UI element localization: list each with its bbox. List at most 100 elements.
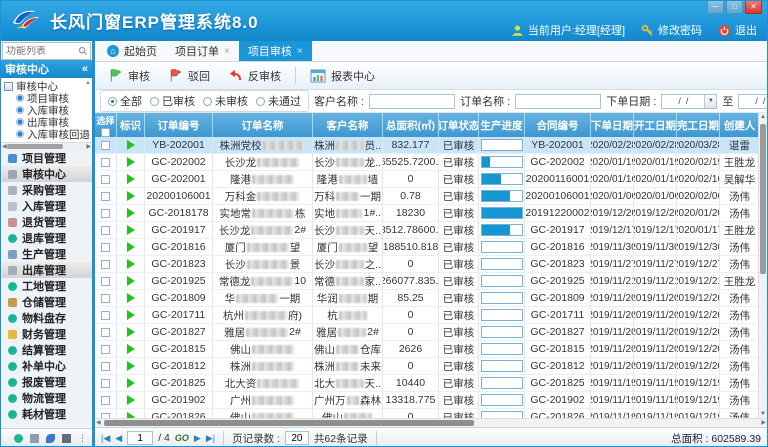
- calendar-dropdown-icon[interactable]: ▼: [704, 95, 716, 108]
- table-row[interactable]: GC-202001隆港隆港墙0已审核202001160012020/01/162…: [95, 171, 758, 188]
- sidebar-module[interactable]: 工地管理: [1, 278, 92, 294]
- sidebar-module[interactable]: 报废管理: [1, 374, 92, 390]
- row-checkbox[interactable]: [101, 396, 110, 405]
- column-header[interactable]: 客户名称: [313, 113, 383, 137]
- table-row[interactable]: GC-202002长沙龙长沙龙..65525.7200..已审核GC-20200…: [95, 154, 758, 171]
- sidebar-module[interactable]: 仓储管理: [1, 294, 92, 310]
- table-row[interactable]: 20200106001万科金万科一期0.78已审核202001060012020…: [95, 188, 758, 205]
- function-search-input[interactable]: [3, 46, 78, 57]
- table-row[interactable]: GC-201917长沙龙2#长沙天..8512.78600..已审核GC-201…: [95, 222, 758, 239]
- sidebar-module[interactable]: 出库管理: [1, 262, 92, 278]
- sidebar-module[interactable]: 审核中心: [1, 166, 92, 182]
- row-checkbox[interactable]: [101, 294, 110, 303]
- vertical-scrollbar[interactable]: ▲ ▼: [758, 113, 767, 418]
- collapse-sidebar-icon[interactable]: «: [82, 63, 88, 75]
- sidebar-module[interactable]: 生产管理: [1, 246, 92, 262]
- scroll-right-icon[interactable]: ▶: [761, 419, 766, 428]
- row-checkbox[interactable]: [101, 158, 110, 167]
- close-button[interactable]: ✕: [745, 1, 762, 14]
- scroll-left-icon[interactable]: ◀: [96, 419, 101, 428]
- order-date-to-input[interactable]: [739, 96, 767, 106]
- horizontal-scrollbar[interactable]: ◀ ▶: [95, 418, 767, 427]
- table-row[interactable]: GC-201827雅居2#雅居2#0已审核GC-2018272019/11/20…: [95, 324, 758, 341]
- go-page-button[interactable]: GO: [175, 433, 189, 443]
- table-row[interactable]: GC-2018178实地常栋实地1#..18230已审核201912200022…: [95, 205, 758, 222]
- sidebar-module[interactable]: 入库管理: [1, 198, 92, 214]
- table-row[interactable]: GC-201925常德龙10常德家..266077.835..已审核GC-201…: [95, 273, 758, 290]
- table-row[interactable]: GC-201826佛山佛山0已审核GC-2018262019/11/192019…: [95, 409, 758, 418]
- row-checkbox[interactable]: [101, 345, 110, 354]
- close-tab-icon[interactable]: ×: [297, 46, 303, 57]
- row-checkbox[interactable]: [101, 260, 110, 269]
- table-row[interactable]: GC-201825北大资北大天..10440已审核GC-2018252019/1…: [95, 375, 758, 392]
- tab-project-orders[interactable]: 项目订单 ×: [166, 41, 239, 61]
- tree-scroll-down-icon[interactable]: ▼: [85, 134, 91, 140]
- scroll-right-icon[interactable]: ▶: [86, 143, 91, 151]
- tree-item[interactable]: 入库审核回退: [4, 128, 90, 140]
- sidebar-module[interactable]: 物流管理: [1, 390, 92, 406]
- tree-scroll-up-icon[interactable]: ▲: [85, 80, 91, 86]
- page-size-input[interactable]: [285, 431, 309, 445]
- logout-button[interactable]: 退出: [718, 22, 757, 38]
- report-center-button[interactable]: 报表中心: [301, 65, 384, 87]
- tree-horizontal-scrollbar[interactable]: ◀ ▶: [1, 142, 92, 150]
- column-header[interactable]: 订单编号: [145, 113, 213, 137]
- table-row[interactable]: GC-201711杭州府)杭0已审核GC-2017112019/11/20201…: [95, 307, 758, 324]
- first-page-button[interactable]: |◀: [101, 433, 110, 444]
- order-name-input[interactable]: [515, 94, 601, 109]
- select-all-checkbox[interactable]: [101, 128, 110, 137]
- status-radio[interactable]: 未通过: [256, 93, 301, 109]
- module-shortcut-icon[interactable]: [14, 434, 23, 443]
- close-tab-icon[interactable]: ×: [224, 46, 230, 57]
- status-radio[interactable]: 未审核: [203, 93, 248, 109]
- last-page-button[interactable]: ▶|: [206, 433, 215, 444]
- tab-home[interactable]: ⌂ 起始页: [98, 41, 166, 61]
- table-row[interactable]: GC-201812株洲株洲未来0已审核GC-2018122019/11/2020…: [95, 358, 758, 375]
- change-password-button[interactable]: 修改密码: [641, 22, 702, 38]
- horizontal-scroll-thumb[interactable]: [104, 420, 474, 426]
- column-header[interactable]: 下单日期: [591, 113, 634, 137]
- row-checkbox[interactable]: [101, 243, 110, 252]
- table-row[interactable]: GC-201823长沙景长沙之..0已审核GC-2018232019/11/27…: [95, 256, 758, 273]
- more-options-icon[interactable]: ⋮: [78, 433, 87, 444]
- search-icon[interactable]: [78, 46, 88, 56]
- scroll-left-icon[interactable]: ◀: [2, 143, 7, 151]
- table-row[interactable]: GC-201816厦门望厦门望188510.818已审核GC-201816201…: [95, 239, 758, 256]
- prev-page-button[interactable]: ◀: [115, 433, 122, 444]
- sidebar-module[interactable]: 采购管理: [1, 182, 92, 198]
- audit-button[interactable]: 审核: [99, 65, 159, 87]
- scroll-down-icon[interactable]: ▼: [759, 411, 767, 417]
- sidebar-module[interactable]: 耗材管理: [1, 406, 92, 422]
- cart-icon[interactable]: [30, 434, 39, 443]
- table-row[interactable]: GC-201809华一期华润期85.25已审核GC-2018092019/11/…: [95, 290, 758, 307]
- status-radio[interactable]: 已审核: [150, 93, 195, 109]
- minimize-button[interactable]: ─: [707, 1, 724, 14]
- column-header[interactable]: 完工日期: [677, 113, 720, 137]
- column-header[interactable]: 合同编号: [525, 113, 591, 137]
- column-header[interactable]: 总面积(㎡): [383, 113, 439, 137]
- column-header[interactable]: 标识: [117, 113, 145, 137]
- next-page-button[interactable]: ▶: [194, 433, 201, 444]
- status-radio[interactable]: 全部: [108, 93, 142, 109]
- table-row[interactable]: GC-201902广州广州万森林13318.775已审核GC-201902201…: [95, 392, 758, 409]
- column-header[interactable]: 订单名称: [213, 113, 313, 137]
- sidebar-module[interactable]: 补单中心: [1, 358, 92, 374]
- customer-name-input[interactable]: [369, 94, 455, 109]
- table-row[interactable]: GC-201815佛山佛山仓库2626已审核GC-2018152019/11/2…: [95, 341, 758, 358]
- table-row[interactable]: YB-202001株洲党校株洲员..832.177已审核YB-202001202…: [95, 137, 758, 154]
- tree-scroll-thumb[interactable]: [7, 144, 63, 149]
- leaf-icon[interactable]: [46, 434, 55, 443]
- sidebar-module[interactable]: 项目管理: [1, 150, 92, 166]
- column-header[interactable]: 订单状态: [439, 113, 479, 137]
- row-checkbox[interactable]: [101, 192, 110, 201]
- column-header[interactable]: 选择: [95, 113, 117, 137]
- sidebar-module[interactable]: 财务管理: [1, 326, 92, 342]
- row-checkbox[interactable]: [101, 175, 110, 184]
- row-checkbox[interactable]: [101, 311, 110, 320]
- row-checkbox[interactable]: [101, 226, 110, 235]
- sidebar-module[interactable]: 物料盘存: [1, 310, 92, 326]
- column-header[interactable]: 创建人: [720, 113, 760, 137]
- row-checkbox[interactable]: [101, 277, 110, 286]
- scroll-up-icon[interactable]: ▲: [759, 114, 767, 120]
- sidebar-module[interactable]: 退库管理: [1, 230, 92, 246]
